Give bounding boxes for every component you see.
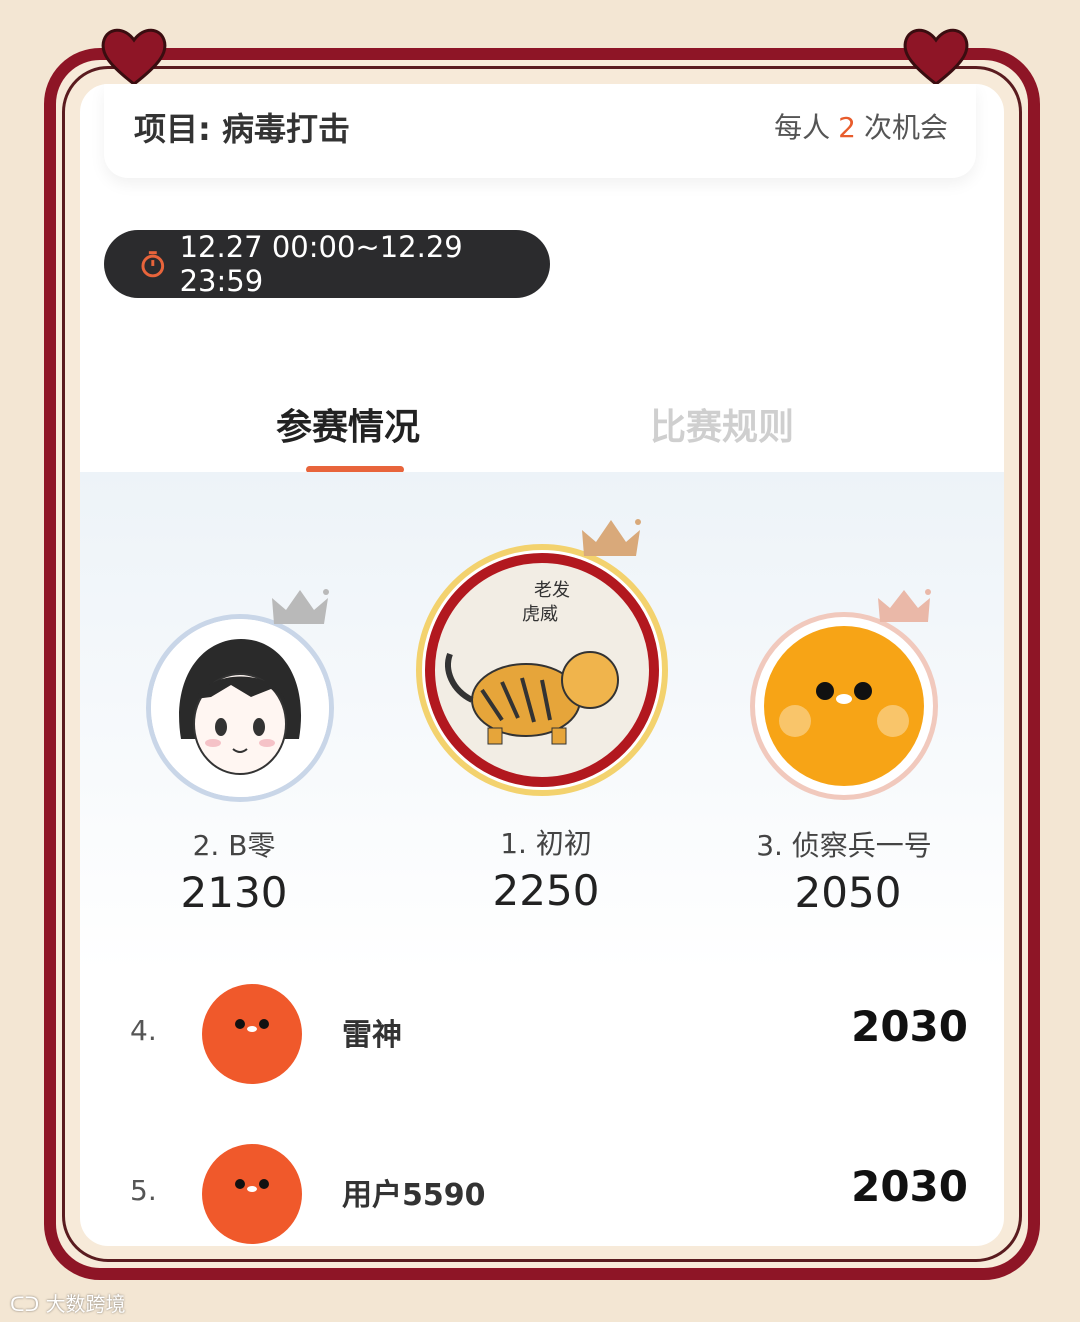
chances-suffix: 次机会 (863, 111, 948, 144)
player-name: 雷神 (342, 1018, 402, 1053)
avatar-text-1: 老发 (534, 580, 570, 601)
tab-participation[interactable]: 参赛情况 (276, 398, 420, 450)
player-score: 2030 (851, 1162, 968, 1211)
avatar (202, 1144, 302, 1244)
podium-score: 2050 (794, 868, 902, 917)
project-title: 项目: 病毒打击 (134, 110, 350, 148)
tiger-avatar-illustration: 老发 虎威 (425, 553, 659, 787)
time-range-pill: 12.27 00:00~12.29 23:59 (104, 230, 550, 298)
avatar: 老发 虎威 (416, 544, 668, 796)
project-header: 项目: 病毒打击 每人 2 次机会 (104, 84, 976, 178)
time-range-text: 12.27 00:00~12.29 23:59 (179, 230, 463, 298)
bronze-crown-icon (878, 589, 931, 622)
watermark: ᑕᑐ 大数跨境 (10, 1288, 126, 1317)
silver-crown-icon (272, 589, 329, 624)
avatar (146, 614, 334, 802)
gold-crown-icon (582, 519, 641, 556)
orange-ball-avatar (235, 1019, 269, 1032)
avatar-text-2: 虎威 (522, 604, 558, 625)
podium-score: 2250 (492, 866, 600, 915)
list-item[interactable]: 5. 用户5590 2030 (80, 1136, 1004, 1246)
leaderboard-card: 项目: 病毒打击 每人 2 次机会 12.27 00:00~12.29 23:59 … (80, 84, 1004, 1246)
girl-avatar-illustration (151, 619, 329, 797)
watermark-logo-icon: ᑕᑐ (10, 1292, 40, 1316)
podium-name: 1. 初初 (500, 827, 592, 860)
orange-ball-avatar (764, 626, 924, 786)
rank-number: 4. (130, 1014, 157, 1047)
list-item[interactable]: 4. 雷神 2030 (80, 976, 1004, 1086)
heart-icon (903, 28, 969, 86)
orange-ball-avatar (235, 1179, 269, 1192)
podium-name: 2. B零 (192, 829, 276, 862)
stopwatch-icon (141, 251, 165, 278)
chances-prefix: 每人 (774, 111, 831, 144)
chances-count: 2 (838, 111, 856, 144)
podium-name: 3. 侦察兵一号 (756, 829, 932, 862)
avatar (202, 984, 302, 1084)
podium-section: 2. B零 2130 老发 虎威 1. 初初 2250 3. 侦察兵一号 205… (80, 472, 1004, 972)
podium-score: 2130 (180, 868, 288, 917)
heart-icon (101, 28, 167, 86)
rank-number: 5. (130, 1174, 157, 1207)
chances-info: 每人 2 次机会 (774, 106, 948, 146)
watermark-text: 大数跨境 (45, 1292, 126, 1316)
tab-rules[interactable]: 比赛规则 (650, 398, 794, 450)
avatar (750, 612, 938, 800)
player-score: 2030 (851, 1002, 968, 1051)
player-name: 用户5590 (342, 1178, 486, 1213)
